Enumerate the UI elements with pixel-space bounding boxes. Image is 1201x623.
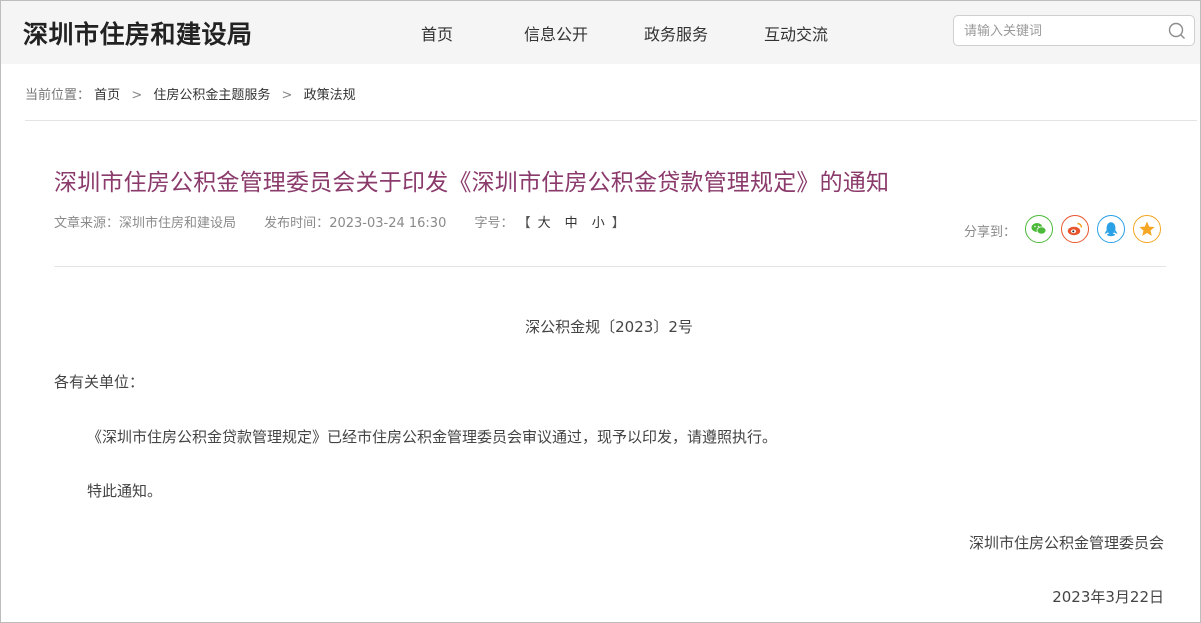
- page-frame: 深圳市住房和建设局 首页 信息公开 政务服务 互动交流 当前位置： 首页 > 住…: [0, 0, 1201, 623]
- nav-item-gov-services[interactable]: 政务服务: [644, 21, 708, 45]
- article-meta: 文章来源：深圳市住房和建设局 发布时间：2023-03-24 16:30 字号：…: [54, 212, 649, 231]
- fontsize-large-button[interactable]: 大: [538, 216, 551, 231]
- share-label: 分享到：: [964, 225, 1017, 240]
- nav-item-interaction[interactable]: 互动交流: [764, 21, 828, 45]
- fontsize-medium-button[interactable]: 中: [565, 216, 578, 231]
- site-logo[interactable]: 深圳市住房和建设局: [23, 15, 253, 51]
- search-box: [953, 15, 1195, 46]
- breadcrumb-prefix: 当前位置：: [25, 88, 91, 103]
- search-input[interactable]: [964, 22, 1154, 40]
- time-value: 2023-03-24 16:30: [329, 216, 447, 231]
- document-number: 深公积金规〔2023〕2号: [525, 318, 693, 336]
- qzone-icon[interactable]: [1133, 215, 1161, 243]
- breadcrumb: 当前位置： 首页 > 住房公积金主题服务 > 政策法规: [25, 84, 356, 103]
- nav-item-home[interactable]: 首页: [421, 21, 453, 45]
- body-paragraph: 特此通知。: [87, 482, 163, 500]
- article-title: 深圳市住房公积金管理委员会关于印发《深圳市住房公积金贷款管理规定》的通知: [54, 170, 890, 196]
- source-value: 深圳市住房和建设局: [119, 216, 237, 231]
- breadcrumb-home[interactable]: 首页: [94, 84, 120, 103]
- search-icon[interactable]: [1168, 22, 1186, 40]
- signature: 深圳市住房公积金管理委员会: [968, 534, 1164, 552]
- breadcrumb-policy[interactable]: 政策法规: [304, 84, 356, 103]
- wechat-icon[interactable]: [1025, 215, 1053, 243]
- article-time: 发布时间：2023-03-24 16:30: [264, 212, 446, 231]
- site-header: 深圳市住房和建设局 首页 信息公开 政务服务 互动交流: [1, 1, 1200, 64]
- breadcrumb-separator: >: [281, 88, 293, 103]
- fontsize-small-button[interactable]: 小: [592, 216, 605, 231]
- time-label: 发布时间：: [264, 216, 330, 231]
- signature-date: 2023年3月22日: [1052, 588, 1164, 606]
- salutation: 各有关单位：: [54, 373, 145, 391]
- breadcrumb-divider: [25, 120, 1197, 121]
- breadcrumb-housing-fund[interactable]: 住房公积金主题服务: [153, 84, 270, 103]
- nav-item-info-disclosure[interactable]: 信息公开: [524, 21, 588, 45]
- fontsize-bracket-close: 】: [611, 216, 625, 231]
- article-source: 文章来源：深圳市住房和建设局: [54, 212, 236, 231]
- source-label: 文章来源：: [54, 216, 120, 231]
- fontsize-label: 字号：: [474, 216, 514, 231]
- font-size-control: 字号： 【大中小】: [474, 212, 624, 231]
- breadcrumb-separator: >: [131, 88, 143, 103]
- article-divider: [54, 266, 1166, 267]
- body-paragraph: 《深圳市住房公积金贷款管理规定》已经市住房公积金管理委员会审议通过，现予以印发，…: [87, 428, 778, 446]
- qq-icon[interactable]: [1097, 215, 1125, 243]
- fontsize-bracket-open: 【: [517, 216, 531, 231]
- weibo-icon[interactable]: [1061, 215, 1089, 243]
